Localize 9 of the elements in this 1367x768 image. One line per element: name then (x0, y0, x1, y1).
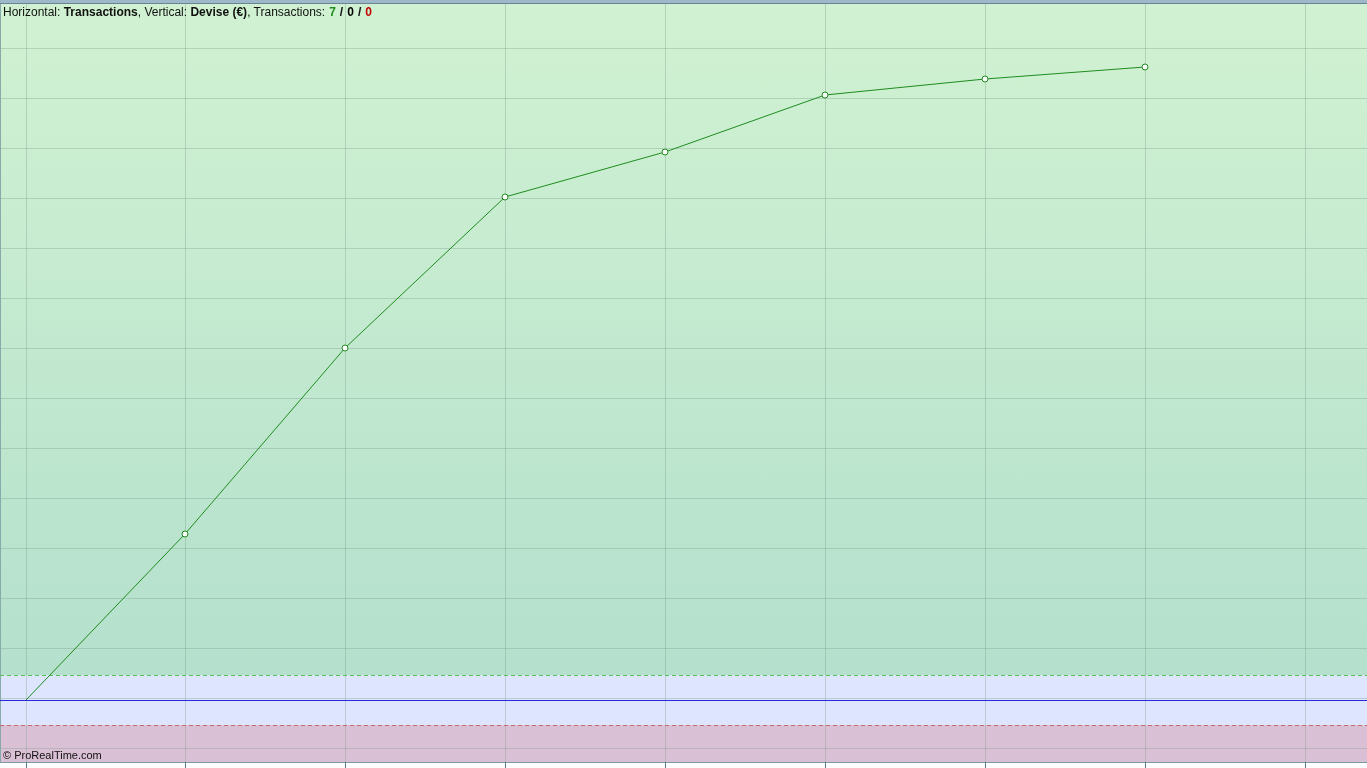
data-point (981, 75, 989, 83)
legend-text: Horizontal: Transactions, Vertical: Devise (€), Transactions: 7 / 0 / 0 (3, 5, 372, 19)
data-point (661, 148, 669, 156)
copyright-text: © ProRealTime.com (3, 749, 102, 761)
data-point (181, 530, 189, 538)
data-point (821, 91, 829, 99)
data-point (341, 344, 349, 352)
data-point (501, 193, 509, 201)
data-point (1141, 63, 1149, 71)
